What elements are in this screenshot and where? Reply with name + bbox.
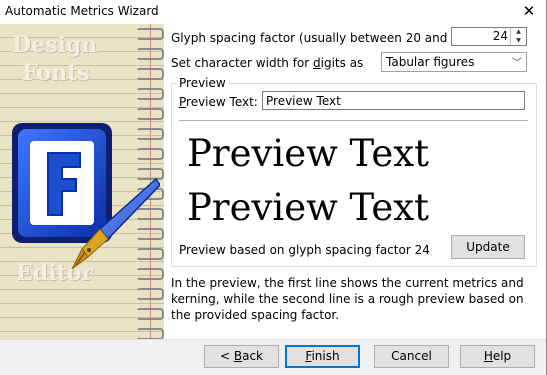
spin-up-icon[interactable]: ▲ — [511, 28, 526, 36]
digits-label-part: Set character width for — [171, 56, 314, 70]
chevron-down-icon: ﹀ — [512, 58, 522, 69]
finish-label-part: inish — [311, 349, 340, 363]
spin-down-icon[interactable]: ▼ — [511, 37, 526, 45]
spiral-ring — [136, 288, 164, 300]
preview-text-value[interactable]: Preview Text — [266, 94, 341, 108]
spacing-factor-label: Glyph spacing factor (usually between 20… — [171, 31, 472, 45]
back-button[interactable]: < Back — [204, 345, 279, 368]
preview-line-rough: Preview Text — [187, 186, 429, 229]
preview-separator — [179, 120, 528, 121]
wizard-window: Automatic Metrics Wizard ✕ Design Fonts … — [0, 0, 547, 375]
back-label-part: ack — [242, 349, 263, 363]
window-title: Automatic Metrics Wizard — [5, 4, 159, 18]
update-button[interactable]: Update — [451, 235, 525, 259]
back-label-part: < — [219, 349, 234, 363]
preview-description: In the preview, the first line shows the… — [171, 276, 524, 322]
preview-status: Preview based on glyph spacing factor 24 — [179, 243, 430, 257]
finish-button[interactable]: Finish — [285, 345, 360, 368]
spiral-ring — [136, 48, 164, 60]
spiral-ring — [136, 328, 164, 339]
help-button[interactable]: Help — [460, 345, 535, 368]
close-icon[interactable]: ✕ — [512, 0, 546, 24]
back-accelerator: B — [233, 349, 243, 363]
help-label-part: elp — [492, 349, 512, 363]
digits-label-part: igits as — [320, 56, 364, 70]
font-editor-logo — [10, 119, 161, 279]
preview-text-input[interactable]: Preview Text — [262, 91, 525, 110]
ghost-word-design: Design — [12, 32, 98, 58]
spiral-ring — [136, 88, 164, 100]
preview-text-label: Preview Text: — [179, 95, 258, 109]
preview-line-current: Preview Text — [187, 132, 429, 175]
spiral-ring — [136, 308, 164, 320]
digits-width-selected: Tabular figures — [386, 55, 475, 69]
spiral-ring — [136, 28, 164, 40]
spiral-ring — [136, 68, 164, 80]
cancel-button[interactable]: Cancel — [374, 345, 449, 368]
ghost-word-fonts: Fonts — [22, 60, 90, 86]
spacing-factor-value[interactable]: 24 — [493, 29, 508, 43]
sidebar-illustration: Design Fonts Editor — [0, 24, 165, 339]
help-accelerator: H — [483, 349, 493, 363]
digits-width-label: Set character width for digits as — [171, 56, 363, 70]
preview-group-title: Preview — [177, 76, 228, 90]
digits-label-accelerator: d — [313, 56, 321, 70]
preview-label-accelerator: P — [179, 95, 187, 109]
preview-label-part: review Text: — [186, 95, 258, 109]
digits-width-dropdown[interactable]: Tabular figures ﹀ — [381, 52, 527, 72]
spacing-factor-spinbox[interactable]: 24 ▲ ▼ — [451, 27, 527, 46]
title-bar: Automatic Metrics Wizard ✕ — [0, 0, 546, 24]
spin-buttons: ▲ ▼ — [510, 28, 526, 45]
